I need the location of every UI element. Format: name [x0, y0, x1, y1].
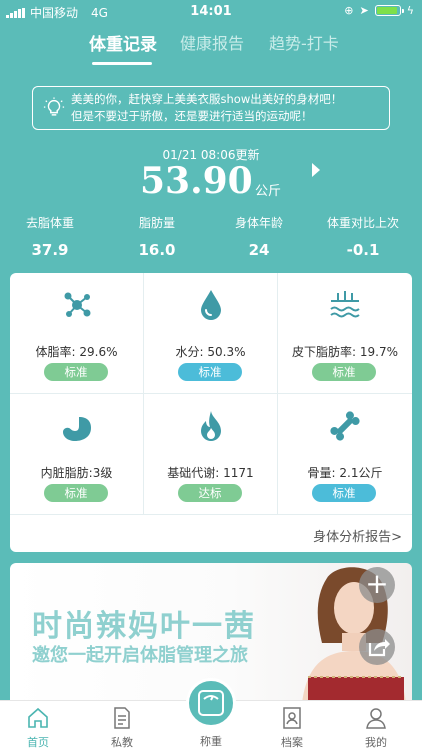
- metric-label: 体脂率: 29.6%: [35, 345, 118, 359]
- tip-banner: 美美的你，赶快穿上美美衣服show出美好的身材吧！ 但是不要过于骄傲，还是要进行…: [32, 86, 390, 130]
- nav-label: 首页: [27, 736, 49, 749]
- lock-rotation-icon: ⊕: [344, 4, 354, 17]
- lightbulb-icon: [43, 97, 65, 116]
- status-badge: 达标: [178, 484, 242, 502]
- stat-lean-mass: 去脂体重 37.9: [0, 214, 100, 259]
- metrics-card: 体脂率: 29.6% 标准 水分: 50.3% 标准 皮下脂肪率: 19.7% …: [10, 273, 412, 552]
- next-arrow-icon[interactable]: [312, 163, 320, 177]
- stomach-icon: [63, 411, 91, 441]
- battery-icon: [374, 5, 404, 16]
- tip-line-2: 但是不要过于骄傲，还是要进行适当的运动呢！: [71, 109, 313, 123]
- metric-water[interactable]: 水分: 50.3% 标准: [144, 273, 278, 394]
- location-icon: ➤: [359, 4, 369, 17]
- metrics-grid: 体脂率: 29.6% 标准 水分: 50.3% 标准 皮下脂肪率: 19.7% …: [10, 273, 412, 515]
- water-drop-icon: [201, 290, 221, 320]
- tab-weight-record[interactable]: 体重记录: [89, 30, 157, 55]
- bone-icon: [330, 411, 360, 441]
- stat-label: 去脂体重: [25, 216, 74, 230]
- stat-body-age: 身体年龄 24: [209, 214, 309, 259]
- stat-weight-change: 体重对比上次 -0.1: [313, 214, 413, 259]
- metric-label: 皮下脂肪率: 19.7%: [292, 345, 398, 359]
- nav-label: 档案: [281, 736, 303, 749]
- nav-home[interactable]: 首页: [8, 706, 68, 750]
- skin-layer-icon: [330, 291, 360, 318]
- metric-body-fat[interactable]: 体脂率: 29.6% 标准: [10, 273, 144, 394]
- stat-label: 脂肪量: [138, 216, 175, 230]
- weigh-button[interactable]: [186, 678, 236, 728]
- promo-subtitle: 邀您一起开启体脂管理之旅: [32, 645, 248, 666]
- metric-label: 基础代谢: 1171: [167, 466, 254, 480]
- document-icon: [114, 707, 130, 729]
- home-icon: [28, 707, 48, 728]
- status-badge: 标准: [312, 363, 376, 381]
- nav-archive[interactable]: 档案: [262, 706, 322, 750]
- nav-coach[interactable]: 私教: [92, 706, 152, 750]
- stat-label: 身体年龄: [234, 216, 283, 230]
- top-tabs: 体重记录 健康报告 趋势-打卡: [0, 30, 422, 66]
- active-tab-indicator: [92, 62, 152, 65]
- share-icon: [368, 639, 390, 657]
- molecule-icon: [64, 292, 91, 317]
- metric-subcutaneous-fat[interactable]: 皮下脂肪率: 19.7% 标准: [278, 273, 412, 394]
- status-badge: 标准: [178, 363, 242, 381]
- stat-value: -0.1: [346, 241, 380, 259]
- charging-icon: ϟ: [406, 4, 414, 17]
- scale-icon: [198, 690, 224, 716]
- stat-value: 16.0: [138, 241, 176, 259]
- promo-title: 时尚辣妈叶一茜: [32, 609, 256, 644]
- profile-card-icon: [283, 707, 301, 729]
- share-button[interactable]: [359, 629, 395, 665]
- user-icon: [366, 708, 386, 729]
- status-badge: 标准: [44, 363, 108, 381]
- nav-mine[interactable]: 我的: [346, 706, 406, 750]
- metric-bmr[interactable]: 基础代谢: 1171 达标: [144, 394, 278, 515]
- metric-visceral-fat[interactable]: 内脏脂肪:3级 标准: [10, 394, 144, 515]
- tab-trend-checkin[interactable]: 趋势-打卡: [269, 30, 339, 54]
- status-right: ⊕ ➤ ϟ: [344, 4, 414, 17]
- weight-value: 53.90: [140, 160, 253, 202]
- nav-label: 私教: [111, 736, 133, 749]
- status-badge: 标准: [44, 484, 108, 502]
- metric-label: 内脏脂肪:3级: [40, 466, 113, 480]
- metric-label: 水分: 50.3%: [175, 345, 246, 359]
- weight-unit: 公斤: [255, 184, 282, 199]
- metric-label: 骨量: 2.1公斤: [307, 466, 383, 480]
- body-analysis-report-link[interactable]: 身体分析报告>: [313, 526, 402, 545]
- flame-icon: [201, 411, 221, 441]
- metric-bone-mass[interactable]: 骨量: 2.1公斤 标准: [278, 394, 412, 515]
- weigh-label: 称重: [200, 735, 222, 748]
- tip-line-1: 美美的你，赶快穿上美美衣服show出美好的身材吧！: [71, 92, 343, 106]
- stat-fat-mass: 脂肪量 16.0: [107, 214, 207, 259]
- stat-label: 体重对比上次: [326, 216, 399, 230]
- stat-value: 24: [248, 241, 270, 259]
- nav-label: 我的: [365, 736, 387, 749]
- stats-row: 去脂体重 37.9 脂肪量 16.0 身体年龄 24 体重对比上次 -0.1: [0, 214, 422, 264]
- status-badge: 标准: [312, 484, 376, 502]
- add-button[interactable]: +: [359, 567, 395, 603]
- stat-value: 37.9: [31, 241, 69, 259]
- tab-health-report[interactable]: 健康报告: [180, 30, 244, 54]
- status-bar: 中国移动 4G 14:01 ⊕ ➤ ϟ: [0, 0, 422, 22]
